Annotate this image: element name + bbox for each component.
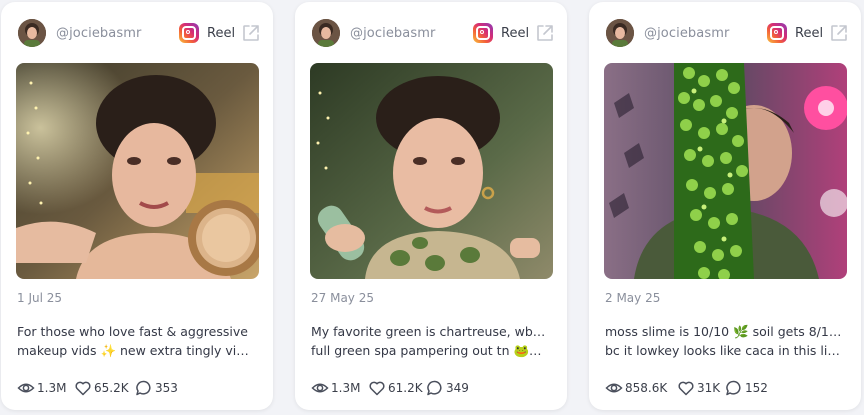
caption-line: My favorite green is chartreuse, wbu? 💚 — [311, 324, 549, 339]
post-caption: My favorite green is chartreuse, wbu? 💚 … — [311, 322, 549, 360]
external-link-icon[interactable] — [535, 23, 555, 43]
post-caption: For those who love fast & aggressive mak… — [17, 322, 255, 360]
reel-card[interactable]: @jociebasmr Reel — [1, 2, 273, 410]
heart-icon — [75, 381, 91, 396]
card-header: @jociebasmr Reel — [606, 19, 847, 49]
platform-label: Reel — [207, 26, 236, 41]
reel-card[interactable]: @jociebasmr Reel — [295, 2, 567, 410]
heart-icon — [678, 381, 694, 396]
reels-row: @jociebasmr Reel 1 Jul 25 For those who … — [0, 0, 864, 415]
external-link-icon[interactable] — [829, 23, 849, 43]
instagram-icon — [767, 23, 787, 43]
username[interactable]: @jociebasmr — [56, 26, 141, 41]
views-count: 1.3M — [37, 381, 67, 395]
post-date: 1 Jul 25 — [17, 291, 63, 305]
avatar[interactable] — [606, 19, 634, 47]
comment-icon — [427, 380, 442, 396]
post-caption: moss slime is 10/10 🌿 soil gets 8/10, ju… — [605, 322, 843, 360]
caption-line: bc it lowkey looks like caca in this lig… — [605, 343, 843, 358]
card-header: @jociebasmr Reel — [18, 19, 259, 49]
eye-icon — [605, 383, 623, 393]
external-link-icon[interactable] — [241, 23, 261, 43]
eye-icon — [17, 383, 35, 393]
post-date: 2 May 25 — [605, 291, 661, 305]
reel-thumbnail[interactable] — [604, 63, 847, 279]
eye-icon — [311, 383, 329, 393]
caption-line: For those who love fast & aggressive — [17, 324, 248, 339]
reel-card[interactable]: @jociebasmr Reel — [589, 2, 861, 410]
post-date: 27 May 25 — [311, 291, 374, 305]
likes-count: 61.2K — [388, 381, 423, 395]
comment-icon — [726, 380, 741, 396]
instagram-icon — [179, 23, 199, 43]
instagram-icon — [473, 23, 493, 43]
platform-label: Reel — [501, 26, 530, 41]
comments-count: 152 — [745, 381, 768, 395]
comments-count: 353 — [155, 381, 178, 395]
platform-label: Reel — [795, 26, 824, 41]
caption-line: moss slime is 10/10 🌿 soil gets 8/10, ju… — [605, 324, 843, 339]
avatar[interactable] — [312, 19, 340, 47]
views-count: 1.3M — [331, 381, 361, 395]
username[interactable]: @jociebasmr — [350, 26, 435, 41]
reel-thumbnail[interactable] — [310, 63, 553, 279]
comments-count: 349 — [446, 381, 469, 395]
comment-icon — [136, 380, 151, 396]
likes-count: 65.2K — [94, 381, 129, 395]
caption-line: makeup vids ✨ new extra tingly video… — [17, 343, 255, 358]
avatar[interactable] — [18, 19, 46, 47]
heart-icon — [369, 381, 385, 396]
views-count: 858.6K — [625, 381, 668, 395]
username[interactable]: @jociebasmr — [644, 26, 729, 41]
card-header: @jociebasmr Reel — [312, 19, 553, 49]
reel-thumbnail[interactable] — [16, 63, 259, 279]
likes-count: 31K — [697, 381, 721, 395]
caption-line: full green spa pampering out tn 🐸… — [311, 343, 542, 358]
